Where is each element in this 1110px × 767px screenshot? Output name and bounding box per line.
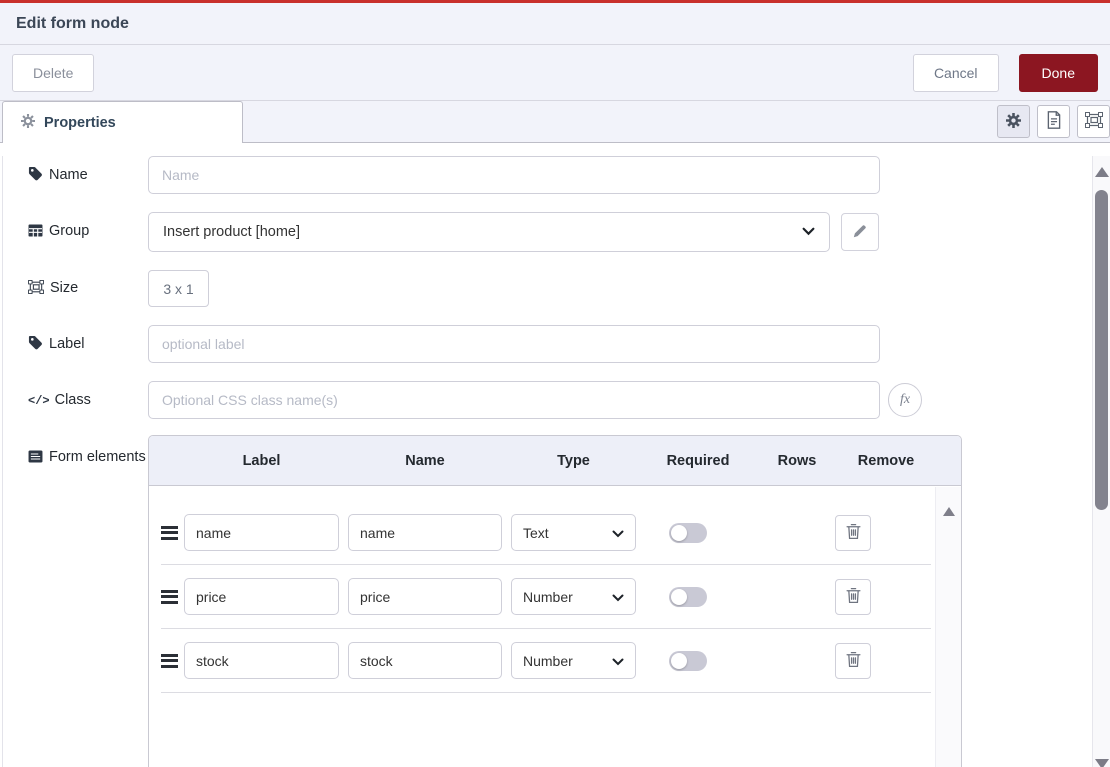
element-type-value: Number <box>523 653 573 669</box>
column-header-name: Name <box>348 453 502 469</box>
required-toggle[interactable] <box>669 651 707 671</box>
size-field-label: Size <box>28 280 148 298</box>
element-type-select[interactable]: Text <box>511 514 636 551</box>
form-element-row: Number <box>161 565 931 629</box>
field-row-class: </>Class fx <box>28 381 1110 419</box>
size-button[interactable]: 3 x 1 <box>148 270 209 307</box>
column-header-label: Label <box>184 453 339 469</box>
trash-icon <box>846 523 861 543</box>
expression-button[interactable]: fx <box>888 383 922 417</box>
form-elements-table: Label Name Type Required Rows Remove Tex… <box>148 435 962 767</box>
name-field-label: Name <box>28 166 148 185</box>
chevron-down-icon <box>612 653 624 669</box>
element-label-input[interactable] <box>184 578 339 615</box>
element-label-input[interactable] <box>184 642 339 679</box>
editor-tab-tools <box>997 101 1110 143</box>
tab-properties[interactable]: Properties <box>2 101 243 143</box>
element-type-select[interactable]: Number <box>511 642 636 679</box>
table-scrollbar[interactable] <box>935 487 961 767</box>
drag-handle-icon[interactable] <box>161 523 184 542</box>
scrollbar-thumb[interactable] <box>1095 190 1108 510</box>
column-header-type: Type <box>511 453 636 469</box>
field-row-group: Group Insert product [home] <box>28 212 1110 252</box>
chevron-down-icon <box>802 224 815 240</box>
trash-icon <box>846 587 861 607</box>
label-input[interactable] <box>148 325 880 363</box>
properties-panel: Name Group Insert product [home] Size <box>0 156 1110 767</box>
appearance-toggle-button[interactable] <box>1077 105 1110 138</box>
form-elements-label: Form elements <box>28 435 148 472</box>
object-group-icon <box>28 280 44 298</box>
name-input[interactable] <box>148 156 880 194</box>
required-toggle[interactable] <box>669 587 707 607</box>
pencil-icon <box>853 224 867 241</box>
drag-handle-icon[interactable] <box>161 651 184 670</box>
group-select-value: Insert product [home] <box>163 224 300 240</box>
tab-properties-label: Properties <box>44 115 116 131</box>
chevron-down-icon <box>612 525 624 541</box>
edit-group-button[interactable] <box>841 213 879 251</box>
class-input[interactable] <box>148 381 880 419</box>
class-field-label: </>Class <box>28 392 148 408</box>
object-group-icon <box>1085 112 1103 131</box>
drag-handle-icon[interactable] <box>161 587 184 606</box>
element-name-input[interactable] <box>348 514 502 551</box>
list-alt-icon <box>28 447 43 472</box>
done-button[interactable]: Done <box>1019 54 1098 92</box>
field-row-name: Name <box>28 156 1110 194</box>
field-row-form-elements: Form elements Label Name Type Required R… <box>28 435 1110 767</box>
dialog-title: Edit form node <box>16 15 129 33</box>
field-row-label: Label <box>28 325 1110 363</box>
required-toggle[interactable] <box>669 523 707 543</box>
label-field-label: Label <box>28 335 148 354</box>
scroll-up-arrow[interactable] <box>1095 167 1109 177</box>
column-header-required: Required <box>642 453 754 469</box>
element-type-value: Number <box>523 589 573 605</box>
element-name-input[interactable] <box>348 578 502 615</box>
field-row-size: Size 3 x 1 <box>28 270 1110 307</box>
scroll-up-arrow[interactable] <box>943 507 955 516</box>
code-icon: </> <box>28 394 50 408</box>
column-header-remove: Remove <box>840 453 932 469</box>
chevron-down-icon <box>612 589 624 605</box>
remove-row-button[interactable] <box>835 515 871 551</box>
form-element-row: Number <box>161 629 931 693</box>
element-label-input[interactable] <box>184 514 339 551</box>
gear-icon <box>21 114 35 132</box>
document-icon <box>1046 111 1062 132</box>
element-type-value: Text <box>523 525 549 541</box>
group-select[interactable]: Insert product [home] <box>148 212 830 252</box>
delete-button[interactable]: Delete <box>12 54 94 92</box>
remove-row-button[interactable] <box>835 643 871 679</box>
trash-icon <box>846 651 861 671</box>
gear-icon <box>1006 113 1021 131</box>
dialog-toolbar: Delete Cancel Done <box>0 45 1110 101</box>
cancel-button[interactable]: Cancel <box>913 54 999 92</box>
tab-bar: Properties <box>0 101 1110 143</box>
panel-scrollbar[interactable] <box>1092 156 1110 767</box>
tag-icon <box>28 166 43 185</box>
tag-icon <box>28 335 43 354</box>
remove-row-button[interactable] <box>835 579 871 615</box>
form-element-row: Text <box>161 501 931 565</box>
element-type-select[interactable]: Number <box>511 578 636 615</box>
element-name-input[interactable] <box>348 642 502 679</box>
scroll-down-arrow[interactable] <box>1095 759 1109 767</box>
form-elements-rows: Text Number <box>149 486 961 693</box>
column-header-rows: Rows <box>754 453 840 469</box>
properties-toggle-button[interactable] <box>997 105 1030 138</box>
dialog-header: Edit form node <box>0 3 1110 45</box>
form-elements-table-header: Label Name Type Required Rows Remove <box>149 436 961 486</box>
group-field-label: Group <box>28 223 148 241</box>
table-icon <box>28 224 43 241</box>
description-toggle-button[interactable] <box>1037 105 1070 138</box>
